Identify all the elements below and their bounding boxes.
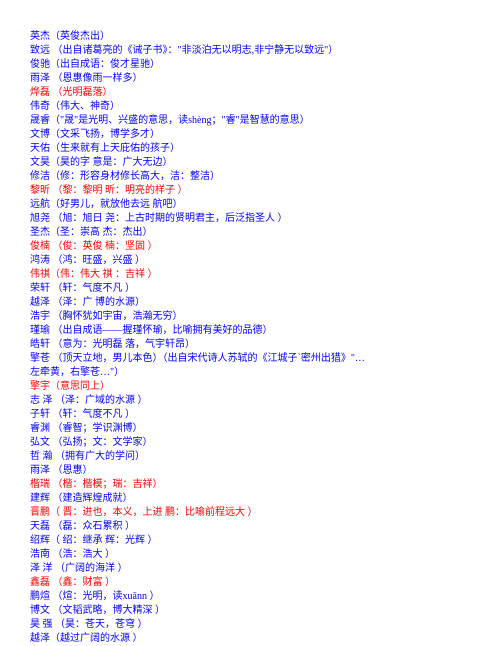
name-entry: 天磊 （磊：众石累积 ）: [30, 520, 470, 534]
name-entry: 鑫磊 （鑫：财富 ）: [30, 576, 470, 590]
name-entry: 俊楠 （俊：英俊 楠：坚固 ）: [30, 240, 470, 254]
name-entry: 建辉 （建造辉煌成就）: [30, 492, 470, 506]
name-entry: 修洁（修：形容身材修长高大，洁：整洁）: [30, 170, 470, 184]
name-entry: 瑾瑜 （出自成语――握瑾怀瑜，比喻拥有美好的品德）: [30, 324, 470, 338]
name-entry: 楷瑞 （楷：楷模；瑞：吉祥）: [30, 478, 470, 492]
name-entry: 旭尧 （旭：旭日 尧：上古时期的贤明君主，后泛指圣人 ）: [30, 212, 470, 226]
name-entry: 昊 强 （昊：苍天，苍穹 ）: [30, 618, 470, 632]
name-entry: 黎昕 （黎：黎明 昕：明亮的样子 ）: [30, 184, 470, 198]
name-entry: 俊驰（出自成语：俊才星驰）: [30, 58, 470, 72]
name-entry: 天佑（生来就有上天庇佑的孩子）: [30, 142, 470, 156]
name-entry: 越泽（越过广阔的水源 ）: [30, 632, 470, 646]
name-entry: 雨泽 （恩惠）: [30, 464, 470, 478]
name-entry: 浩南 （浩：浩大 ）: [30, 548, 470, 562]
name-entry: 弘文 （弘扬；文：文学家）: [30, 436, 470, 450]
name-entry: 远航（好男儿，就放他去远 航吧）: [30, 198, 470, 212]
name-entry: 泽 洋 （广阔的海洋 ）: [30, 562, 470, 576]
name-entry: 左牵黄，右擎苍…"）: [30, 366, 470, 380]
name-entry: 擎苍 （顶天立地，男儿本色）（出自宋代诗人苏轼的《江城子`密州出猎》"…: [30, 352, 470, 366]
name-entry: 鸿涛 （鸿：旺盛，兴盛 ）: [30, 254, 470, 268]
name-entry: 志 泽 （泽：广域的水源 ）: [30, 394, 470, 408]
name-entry: 晋鹏（ 晋：进也，本义，上进 鹏：比喻前程远大 ）: [30, 506, 470, 520]
name-entry: 英杰（英俊杰出）: [30, 30, 470, 44]
name-entry: 文博（文采飞扬，博学多才）: [30, 128, 470, 142]
name-list: 英杰（英俊杰出）致远 （出自诸葛亮的《诫子书》："非淡泊无以明志,非宁静无以致远…: [30, 30, 470, 646]
name-entry: 绍辉（ 绍：继承 辉：光辉 ）: [30, 534, 470, 548]
name-entry: 哲 瀚 （拥有广大的学问）: [30, 450, 470, 464]
name-entry: 鹏煊 （煊：光明，读xuānn ）: [30, 590, 470, 604]
name-entry: 皓轩 （意为：光明磊 落，气宇轩昂）: [30, 338, 470, 352]
name-entry: 越泽 （泽：广 博的水源）: [30, 296, 470, 310]
name-entry: 晟睿（"晟"是光明、兴盛的意思，读shèng；"睿"是智慧的意思）: [30, 114, 470, 128]
name-entry: 伟奇（伟大、神奇）: [30, 100, 470, 114]
name-entry: 子轩 （轩：气度不凡 ）: [30, 408, 470, 422]
name-entry: 博文 （文韬武略，博大精深 ）: [30, 604, 470, 618]
name-entry: 圣杰（圣：崇高 杰：杰出）: [30, 226, 470, 240]
name-entry: 伟祺（伟：伟大 祺 ：吉祥 ）: [30, 268, 470, 282]
name-entry: 睿渊 （睿智；学识渊博）: [30, 422, 470, 436]
name-entry: 致远 （出自诸葛亮的《诫子书》："非淡泊无以明志,非宁静无以致远"）: [30, 44, 470, 58]
name-entry: 文昊（昊的字 意是：广大无边）: [30, 156, 470, 170]
name-entry: 浩宇 （胸怀犹如宇宙，浩瀚无穷）: [30, 310, 470, 324]
name-entry: 烨磊 （光明磊落）: [30, 86, 470, 100]
name-entry: 雨泽 （恩惠像雨一样多）: [30, 72, 470, 86]
name-entry: 擎宇（意思同上）: [30, 380, 470, 394]
name-entry: 荣轩 （轩：气度不凡 ）: [30, 282, 470, 296]
